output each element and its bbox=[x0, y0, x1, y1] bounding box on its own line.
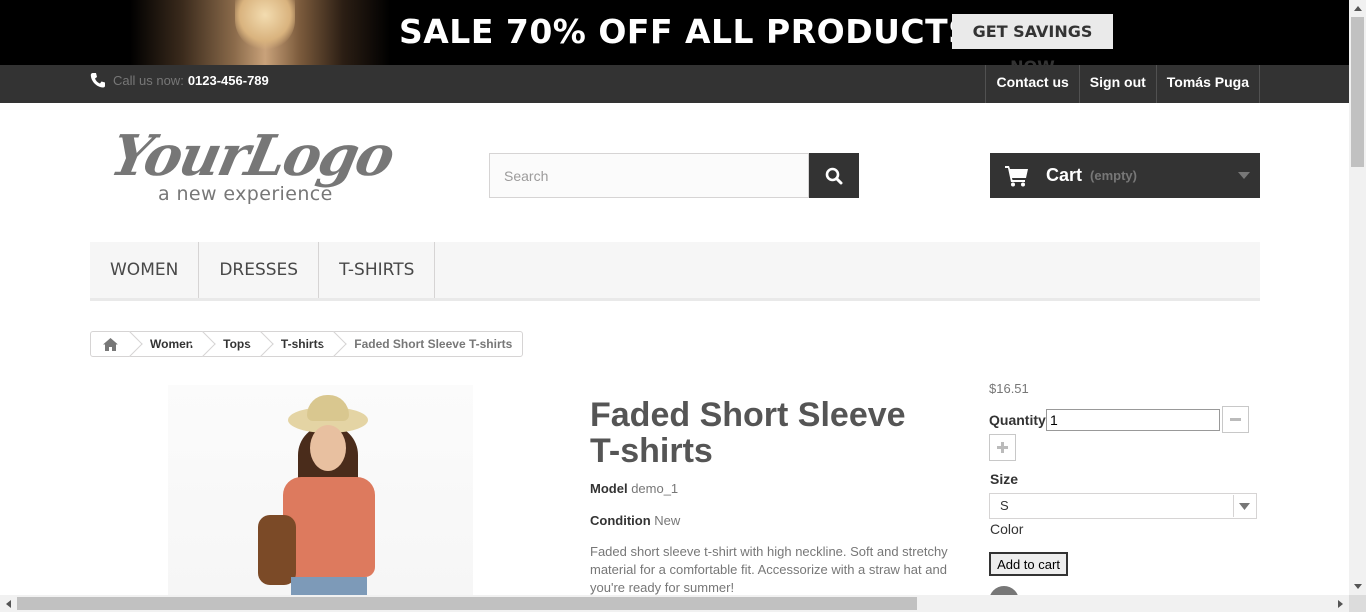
search-bar bbox=[489, 153, 859, 198]
account-links: Contact us Sign out Tomás Puga bbox=[985, 65, 1260, 103]
color-label: Color bbox=[990, 521, 1024, 537]
vertical-scrollbar[interactable] bbox=[1349, 0, 1366, 595]
breadcrumb-home[interactable] bbox=[91, 332, 132, 356]
search-icon bbox=[825, 167, 843, 184]
add-to-cart-button[interactable]: Add to cart bbox=[989, 552, 1068, 576]
minus-icon bbox=[1230, 418, 1241, 421]
condition-label: Condition bbox=[590, 513, 651, 528]
call-label: Call us now: bbox=[113, 72, 184, 88]
condition-value: New bbox=[654, 513, 681, 528]
search-button[interactable] bbox=[809, 153, 859, 198]
promo-banner[interactable]: SALE 70% OFF ALL PRODUCTS GET SAVINGS NO… bbox=[0, 0, 1349, 65]
vertical-scroll-thumb[interactable] bbox=[1351, 17, 1364, 167]
call-us: Call us now: 0123-456-789 bbox=[90, 72, 269, 88]
plus-icon bbox=[997, 442, 1008, 453]
chevron-down-icon bbox=[1238, 172, 1250, 179]
product-description: Faded short sleeve t-shirt with high nec… bbox=[590, 544, 948, 595]
product-image[interactable] bbox=[168, 385, 473, 600]
model-value: demo_1 bbox=[631, 481, 679, 496]
quantity-input[interactable] bbox=[1046, 409, 1220, 431]
size-select[interactable]: S bbox=[989, 493, 1257, 519]
phone-icon bbox=[90, 73, 105, 88]
cart-status: (empty) bbox=[1090, 168, 1137, 183]
scroll-up-icon[interactable] bbox=[1349, 0, 1366, 17]
cart-button[interactable]: Cart (empty) bbox=[990, 153, 1260, 198]
breadcrumb-current: Faded Short Sleeve T-shirts bbox=[354, 337, 513, 351]
product-title: Faded Short Sleeve T-shirts bbox=[590, 396, 906, 470]
contact-us-link[interactable]: Contact us bbox=[985, 65, 1078, 103]
sign-out-link[interactable]: Sign out bbox=[1078, 65, 1156, 103]
breadcrumb-women[interactable]: Women bbox=[132, 332, 205, 356]
logo[interactable]: YourLogo a new experience bbox=[105, 123, 402, 210]
top-navbar: Call us now: 0123-456-789 Contact us Sig… bbox=[0, 65, 1349, 103]
product-condition: Condition New bbox=[590, 513, 680, 528]
cart-label: Cart bbox=[1046, 165, 1083, 185]
menu-item-women[interactable]: WOMEN bbox=[90, 242, 200, 298]
size-label: Size bbox=[990, 471, 1019, 487]
size-selected-value: S bbox=[1000, 498, 1009, 513]
breadcrumb-tshirts[interactable]: T-shirts bbox=[263, 332, 336, 356]
promo-model-image bbox=[130, 0, 390, 65]
menu-item-dresses[interactable]: DRESSES bbox=[199, 242, 320, 298]
scroll-left-icon[interactable] bbox=[0, 595, 17, 612]
scroll-down-icon[interactable] bbox=[1349, 578, 1366, 595]
scrollbar-corner bbox=[1349, 595, 1366, 612]
account-link[interactable]: Tomás Puga bbox=[1155, 65, 1260, 103]
horizontal-scroll-thumb[interactable] bbox=[17, 597, 917, 610]
quantity-label: Quantity bbox=[989, 412, 1046, 428]
quantity-decrease-button[interactable] bbox=[1222, 406, 1249, 433]
search-input[interactable] bbox=[489, 153, 810, 198]
logo-main: YourLogo bbox=[104, 123, 399, 189]
page: SALE 70% OFF ALL PRODUCTS GET SAVINGS NO… bbox=[0, 0, 1366, 612]
cart-icon bbox=[1005, 165, 1028, 186]
horizontal-scrollbar[interactable] bbox=[0, 595, 1349, 612]
product-model: Model demo_1 bbox=[590, 481, 678, 496]
get-savings-button[interactable]: GET SAVINGS NOW bbox=[952, 14, 1113, 65]
chevron-down-icon bbox=[1233, 495, 1255, 517]
home-icon bbox=[103, 337, 118, 351]
product-price: $16.51 bbox=[989, 381, 1029, 396]
model-label: Model bbox=[590, 481, 628, 496]
phone-number: 0123-456-789 bbox=[187, 72, 269, 88]
quantity-increase-button[interactable] bbox=[989, 434, 1016, 461]
menu-item-tshirts[interactable]: T-SHIRTS bbox=[319, 242, 436, 298]
logo-tagline: a new experience bbox=[158, 183, 333, 205]
main-menu: WOMEN DRESSES T-SHIRTS bbox=[90, 242, 1260, 301]
scroll-right-icon[interactable] bbox=[1332, 595, 1349, 612]
breadcrumb: Women Tops T-shirts Faded Short Sleeve T… bbox=[90, 331, 524, 357]
promo-headline: SALE 70% OFF ALL PRODUCTS bbox=[399, 12, 973, 51]
